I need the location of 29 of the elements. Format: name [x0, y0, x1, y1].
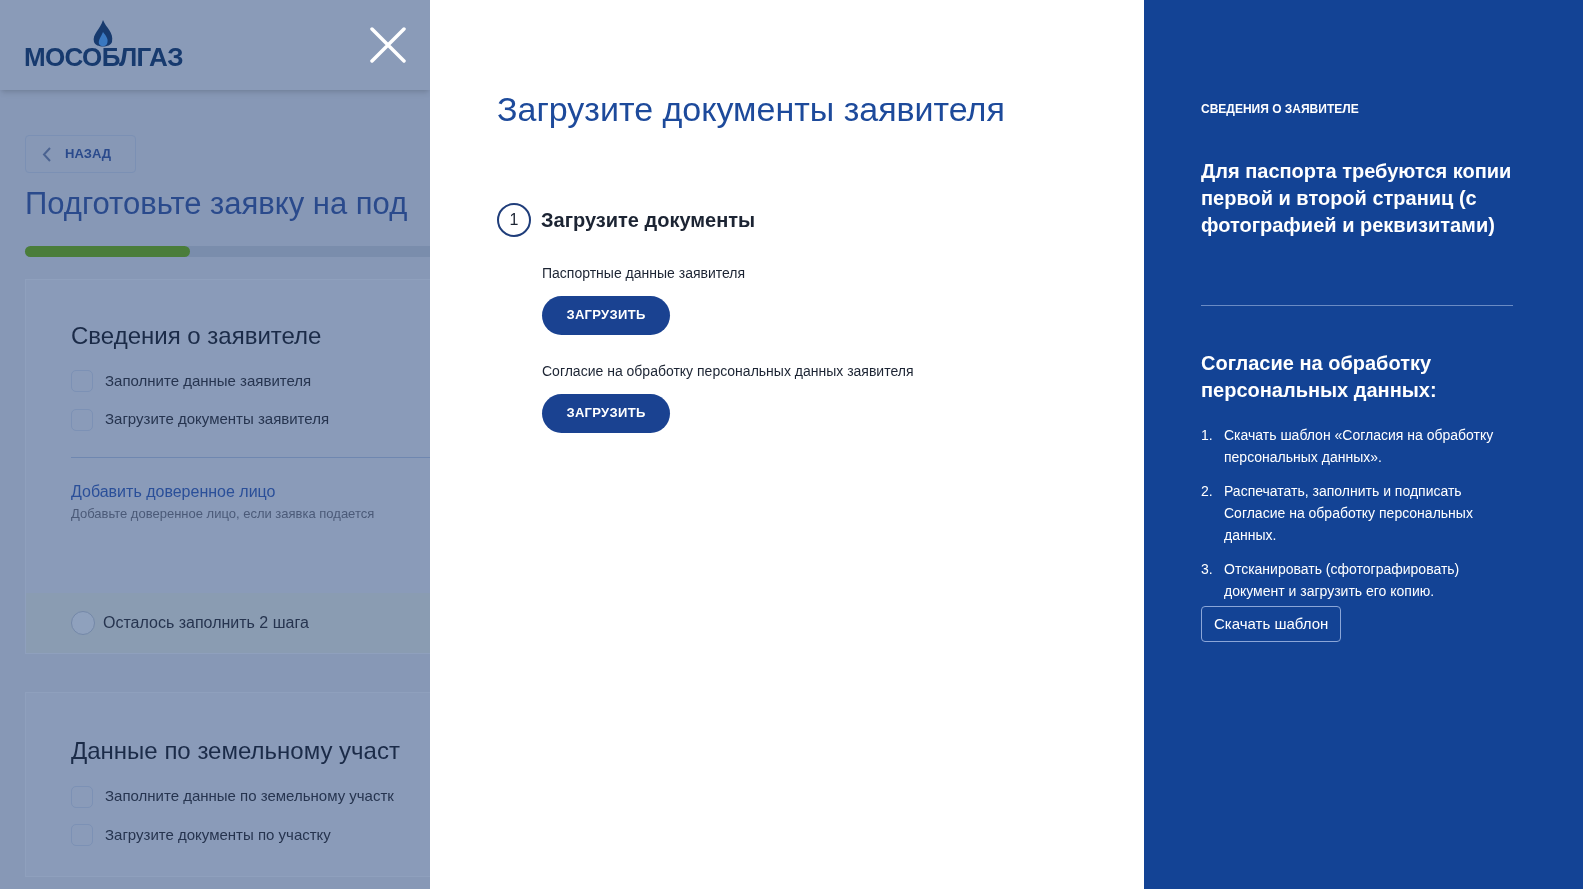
- upload-label: Паспортные данные заявителя: [542, 263, 746, 283]
- upload-label: Согласие на обработку персональных данных заявителя: [542, 361, 914, 381]
- task-label: Загрузите документы по участку: [105, 824, 331, 845]
- section-title: Сведения о заявителе: [71, 320, 323, 351]
- step-number: 2.: [1201, 482, 1214, 501]
- consent-title: Согласие на обработку персональных данных:: [1201, 351, 1438, 403]
- step-number: 1: [497, 202, 531, 237]
- task-label: Заполните данные заявителя: [105, 370, 312, 391]
- section-eyebrow: СВЕДЕНИЯ О ЗАЯВИТЕЛЕ: [1201, 101, 1360, 118]
- step-number: 1.: [1201, 426, 1214, 445]
- task-label: Заполните данные по земельному участк: [105, 786, 394, 807]
- page-title: Подготовьте заявку на под: [25, 185, 409, 223]
- step-number: 3.: [1201, 560, 1214, 579]
- step-text: Скачать шаблон «Согласия на обработку персональных данных».: [1224, 426, 1495, 467]
- modal-title: Загрузите документы заявителя: [497, 89, 1006, 130]
- trustee-hint: Добавьте доверенное лицо, если заявка подается: [71, 504, 376, 523]
- download-template-button[interactable]: Скачать шаблон: [1201, 606, 1342, 642]
- step-text: Отсканировать (сфотографировать) документ и загрузить его копию.: [1224, 560, 1461, 601]
- task-label: Загрузите документы заявителя: [105, 409, 330, 430]
- close-icon[interactable]: [370, 27, 406, 63]
- steps-remaining-text: Осталось заполнить 2 шага: [103, 613, 309, 634]
- step-text: Распечатать, заполнить и подписать Согласие на обработку персональных данных.: [1224, 482, 1474, 545]
- upload-button[interactable]: ЗАГРУЗИТЬ: [542, 295, 670, 335]
- section-title: Данные по земельному участ: [71, 736, 401, 767]
- logo-text[interactable]: МОСОБЛГАЗ: [24, 44, 183, 70]
- step-title: Загрузите документы: [541, 207, 756, 233]
- chevron-left-icon: [42, 146, 51, 162]
- passport-note: Для паспорта требуются копии первой и второй страниц (с фотографией и реквизитами): [1201, 159, 1513, 238]
- upload-button[interactable]: ЗАГРУЗИТЬ: [542, 393, 670, 433]
